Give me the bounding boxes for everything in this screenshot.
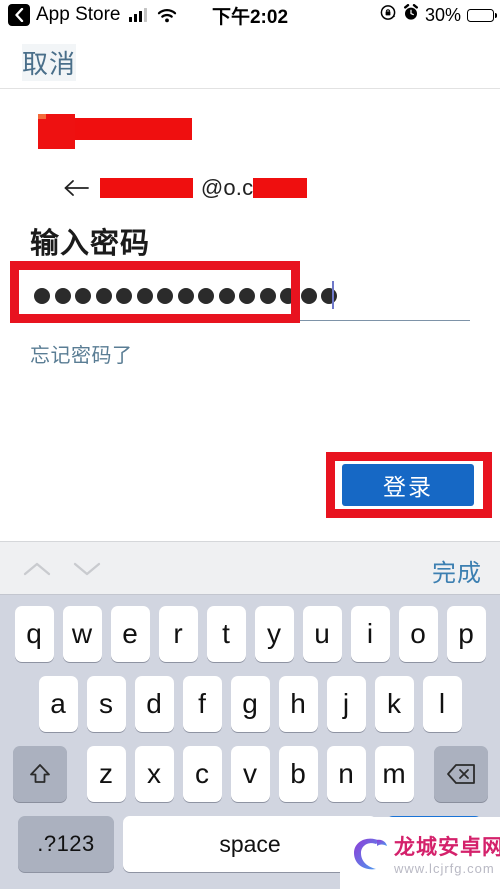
key-o[interactable]: o (398, 606, 438, 662)
cancel-button[interactable]: 取消 (22, 44, 77, 81)
email-domain-redaction (253, 178, 307, 198)
email-user-redaction (100, 178, 193, 198)
key-r[interactable]: r (158, 606, 198, 662)
chevron-down-icon[interactable] (70, 556, 104, 582)
page-title: 输入密码 (30, 228, 151, 260)
key-h[interactable]: h (278, 676, 318, 732)
keyboard-row-2: a s d f g h j k l (0, 673, 500, 735)
account-email-label: xxxxxxxxx@o.com (100, 175, 307, 201)
account-email-row[interactable]: xxxxxxxxx@o.com (64, 175, 307, 201)
password-form: xxxxxxxxx@o.com 输入密码 忘记密码了 登录 (0, 89, 500, 541)
key-q[interactable]: q (14, 606, 54, 662)
watermark-url: www.lcjrfg.com (394, 860, 495, 876)
key-space[interactable]: space (123, 816, 377, 872)
keyboard-accessory-bar: 完成 (0, 541, 500, 595)
backspace-delete-icon[interactable] (433, 746, 488, 802)
key-f[interactable]: f (182, 676, 222, 732)
key-p[interactable]: p (446, 606, 486, 662)
key-g[interactable]: g (230, 676, 270, 732)
key-k[interactable]: k (374, 676, 414, 732)
status-bar: App Store 下午2:02 30% (0, 0, 500, 30)
key-e[interactable]: e (110, 606, 150, 662)
forgot-password-link[interactable]: 忘记密码了 (30, 339, 133, 368)
dragon-logo-icon (346, 831, 390, 875)
key-c[interactable]: c (182, 746, 222, 802)
arrow-left-icon[interactable] (64, 178, 90, 198)
key-j[interactable]: j (326, 676, 366, 732)
watermark-title: 龙城安卓网 (394, 835, 500, 859)
key-l[interactable]: l (422, 676, 462, 732)
keyboard-row-3: z x c v b n m (0, 743, 500, 805)
key-v[interactable]: v (230, 746, 270, 802)
status-bar-right-group: 30% (380, 0, 498, 30)
keyboard-done-button[interactable]: 完成 (432, 553, 482, 588)
navigation-bar: 取消 (0, 30, 500, 88)
status-bar-clock: 下午2:02 (211, 6, 289, 28)
key-d[interactable]: d (134, 676, 174, 732)
key-m[interactable]: m (374, 746, 414, 802)
password-field-highlight (10, 261, 300, 323)
key-n[interactable]: n (326, 746, 366, 802)
key-i[interactable]: i (350, 606, 390, 662)
key-w[interactable]: w (62, 606, 102, 662)
chevron-up-icon[interactable] (20, 556, 54, 582)
key-x[interactable]: x (134, 746, 174, 802)
redacted-brand-logo (38, 114, 198, 150)
key-a[interactable]: a (38, 676, 78, 732)
text-caret (332, 281, 334, 309)
rotation-lock-icon (380, 4, 397, 26)
key-t[interactable]: t (206, 606, 246, 662)
key-numbers-switch[interactable]: .?123 (18, 816, 114, 872)
alarm-clock-icon (403, 4, 419, 26)
iphone-screen: App Store 下午2:02 30% 取消 @o.com 输入密码 忘记密码… (0, 0, 500, 889)
key-s[interactable]: s (86, 676, 126, 732)
key-z[interactable]: z (86, 746, 126, 802)
watermark-text: 龙城安卓网 www.lcjrfg.com (394, 831, 500, 876)
keyboard-row-1: q w e r t y u i o p (0, 603, 500, 665)
battery-percent-label: 30% (424, 4, 461, 25)
site-watermark: 龙城安卓网 www.lcjrfg.com (340, 817, 500, 889)
key-b[interactable]: b (278, 746, 318, 802)
key-y[interactable]: y (254, 606, 294, 662)
key-u[interactable]: u (302, 606, 342, 662)
shift-up-arrow-icon[interactable] (12, 746, 67, 802)
battery-icon (467, 8, 498, 22)
sign-in-button-highlight (326, 452, 492, 518)
software-keyboard: 完成 q w e r t y u i o p a s d f g h j k l… (0, 541, 500, 889)
